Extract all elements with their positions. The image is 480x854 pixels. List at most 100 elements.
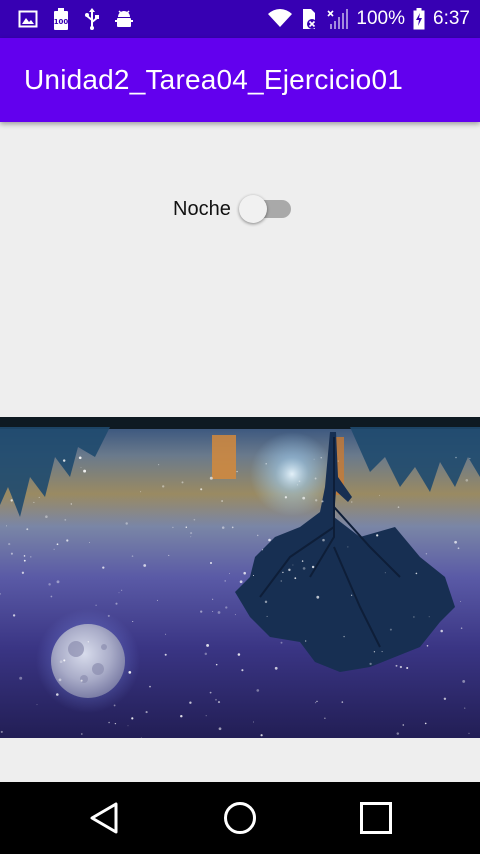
star <box>63 659 66 662</box>
star <box>114 722 117 725</box>
star <box>56 580 60 584</box>
status-notifications: 100 <box>18 8 134 30</box>
svg-text:100: 100 <box>54 18 69 26</box>
star <box>80 733 83 735</box>
star <box>266 615 268 617</box>
star <box>315 499 318 502</box>
star <box>80 467 82 468</box>
star <box>62 459 66 462</box>
star <box>294 577 297 580</box>
star <box>282 571 284 574</box>
star <box>397 506 400 508</box>
star <box>415 572 418 575</box>
star <box>284 496 288 499</box>
star <box>5 525 8 527</box>
star <box>217 701 221 704</box>
star <box>376 534 379 537</box>
star <box>337 460 339 462</box>
recents-button[interactable] <box>346 788 406 848</box>
star <box>311 565 315 569</box>
star <box>268 538 271 542</box>
battery-100-icon: 100 <box>52 8 70 30</box>
star <box>205 715 207 717</box>
star <box>50 595 53 598</box>
star <box>36 704 38 706</box>
star <box>45 515 48 518</box>
star <box>66 539 69 542</box>
home-button[interactable] <box>210 788 270 848</box>
star <box>298 480 301 483</box>
star <box>292 564 294 566</box>
star <box>402 724 405 726</box>
star <box>215 663 218 666</box>
night-switch[interactable] <box>238 193 293 225</box>
star <box>314 701 317 704</box>
star <box>239 580 243 584</box>
star <box>80 679 83 682</box>
star <box>320 457 322 459</box>
star <box>221 526 225 529</box>
star <box>280 580 282 582</box>
star <box>316 595 320 599</box>
star <box>180 714 183 718</box>
star <box>288 568 291 572</box>
star <box>225 606 228 609</box>
star <box>301 560 304 562</box>
star <box>212 610 214 612</box>
star <box>236 470 238 473</box>
star <box>321 500 324 503</box>
star <box>140 491 142 493</box>
star <box>58 678 62 682</box>
star <box>341 701 344 703</box>
night-switch-row[interactable]: Noche <box>173 193 293 225</box>
star <box>256 689 260 692</box>
star <box>26 528 29 531</box>
star <box>87 641 89 643</box>
star <box>162 485 165 488</box>
android-debug-icon <box>114 9 134 29</box>
star <box>396 732 400 735</box>
switch-thumb[interactable] <box>238 195 267 223</box>
star <box>241 669 244 672</box>
star <box>21 571 25 574</box>
star <box>210 562 212 564</box>
star <box>168 554 170 556</box>
star <box>23 555 26 557</box>
star <box>314 477 317 480</box>
star <box>265 463 267 465</box>
star <box>8 543 11 546</box>
star <box>424 722 427 725</box>
star <box>108 721 110 724</box>
back-button[interactable] <box>74 788 134 848</box>
star <box>302 496 306 500</box>
back-icon <box>90 802 118 834</box>
star <box>158 464 160 466</box>
star <box>206 643 210 647</box>
star <box>460 601 462 603</box>
star <box>343 635 345 638</box>
home-icon <box>224 802 256 834</box>
star <box>156 599 158 601</box>
battery-charging-icon <box>413 8 425 30</box>
night-switch-label[interactable]: Noche <box>173 198 231 221</box>
star <box>53 548 55 550</box>
star <box>64 519 67 521</box>
night-sky-image <box>0 417 480 738</box>
star <box>237 653 241 656</box>
star <box>256 534 259 537</box>
star <box>107 614 110 617</box>
star <box>131 717 134 720</box>
star <box>296 484 298 486</box>
star <box>30 556 32 558</box>
star <box>464 707 466 709</box>
star <box>221 500 224 502</box>
star <box>468 732 470 735</box>
star <box>455 456 457 459</box>
star <box>425 553 428 555</box>
star <box>12 614 16 617</box>
signal-icon <box>326 8 349 30</box>
star <box>204 652 208 656</box>
star <box>200 488 203 491</box>
star <box>113 704 116 707</box>
battery-percent: 100% <box>356 8 406 29</box>
